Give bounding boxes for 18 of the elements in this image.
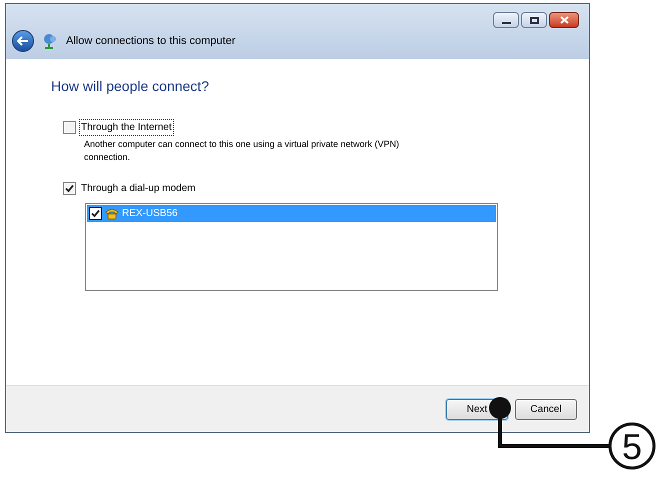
option-label[interactable]: Through a dial-up modem [79, 180, 198, 197]
back-arrow-icon [17, 36, 29, 46]
option-description: Another computer can connect to this one using a virtual private network (VPN) connection. [84, 138, 400, 164]
telephone-icon [105, 208, 119, 220]
page-heading: How will people connect? [51, 79, 210, 93]
device-name: REX-USB56 [122, 207, 178, 221]
minimize-button[interactable] [493, 12, 519, 28]
option-label[interactable]: Through the Internet [79, 119, 174, 136]
checkbox[interactable] [63, 182, 76, 195]
cancel-button[interactable]: Cancel [515, 398, 577, 420]
back-button[interactable] [12, 30, 34, 52]
close-icon [560, 16, 568, 24]
checkbox[interactable] [63, 121, 76, 134]
checkbox[interactable] [89, 207, 102, 220]
maximize-button[interactable] [521, 12, 547, 28]
network-icon [42, 33, 58, 49]
close-button[interactable] [549, 12, 579, 28]
window-title: Allow connections to this computer [66, 34, 236, 49]
